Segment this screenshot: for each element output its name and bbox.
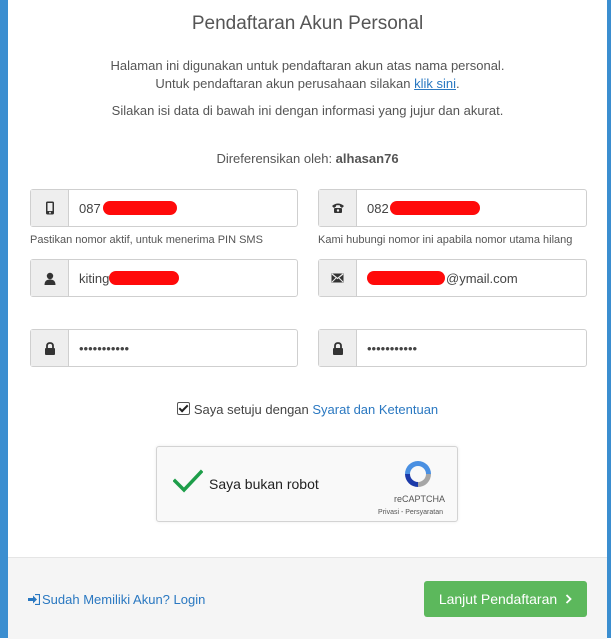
redaction-mark (109, 271, 180, 285)
envelope-icon (319, 260, 357, 296)
company-signup-link[interactable]: klik sini (414, 76, 456, 91)
right-border (607, 0, 611, 638)
sign-in-icon (28, 593, 41, 606)
registration-window: Pendaftaran Akun Personal Halaman ini di… (0, 0, 611, 639)
lock-icon (319, 330, 357, 366)
form-footer: Sudah Memiliki Akun? Login Lanjut Pendaf… (8, 557, 607, 639)
intro-text: Halaman ini digunakan untuk pendaftaran … (8, 57, 607, 93)
password-field[interactable]: ••••••••••• (30, 329, 298, 367)
terms-agreement: Saya setuju dengan Syarat dan Ketentuan (8, 402, 607, 417)
user-icon (31, 260, 69, 296)
primary-phone-field[interactable]: 087 (30, 189, 298, 227)
intro-line-1: Halaman ini digunakan untuk pendaftaran … (110, 58, 505, 73)
mobile-icon (31, 190, 69, 226)
backup-phone-value: 082 (367, 200, 389, 216)
intro-line-2: Untuk pendaftaran akun perusahaan silaka… (155, 76, 460, 91)
left-border (0, 0, 8, 638)
recaptcha-label: Saya bukan robot (209, 476, 319, 492)
recaptcha-logo-icon (405, 461, 431, 487)
terms-link[interactable]: Syarat dan Ketentuan (312, 402, 438, 417)
continue-registration-button[interactable]: Lanjut Pendaftaran (424, 581, 587, 617)
password-confirm-value: ••••••••••• (367, 340, 418, 356)
lock-icon (31, 330, 69, 366)
intro-line-3: Silakan isi data di bawah ini dengan inf… (111, 103, 504, 118)
password-confirm-field[interactable]: ••••••••••• (318, 329, 587, 367)
email-domain: @ymail.com (446, 270, 518, 286)
backup-phone-help: Kami hubungi nomor ini apabila nomor uta… (318, 234, 573, 246)
recaptcha-widget[interactable]: Saya bukan robot reCAPTCHA Privasi - Per… (156, 446, 458, 522)
redaction-mark (102, 201, 177, 215)
primary-phone-value: 087 (79, 200, 101, 216)
username-field[interactable]: kiting (30, 259, 298, 297)
recaptcha-brand: reCAPTCHA (393, 494, 445, 504)
phone-icon (319, 190, 357, 226)
terms-checkbox[interactable] (176, 402, 190, 415)
redaction-mark (389, 201, 480, 215)
registration-panel: Pendaftaran Akun Personal Halaman ini di… (8, 0, 607, 639)
checkmark-icon (173, 469, 203, 493)
login-link[interactable]: Sudah Memiliki Akun? Login (28, 592, 205, 607)
username-value: kiting (79, 270, 110, 286)
password-value: ••••••••••• (79, 340, 130, 356)
email-field[interactable]: @ymail.com (318, 259, 587, 297)
page-title: Pendaftaran Akun Personal (191, 13, 424, 34)
recaptcha-legal-links[interactable]: Privasi - Persyaratan (378, 509, 443, 516)
primary-phone-help: Pastikan nomor aktif, untuk menerima PIN… (30, 234, 263, 246)
referral-text: Direferensikan oleh: alhasan76 (216, 151, 399, 166)
referral-username: alhasan76 (335, 151, 399, 166)
redaction-mark (367, 271, 445, 285)
chevron-right-icon (566, 594, 572, 604)
backup-phone-field[interactable]: 082 (318, 189, 587, 227)
